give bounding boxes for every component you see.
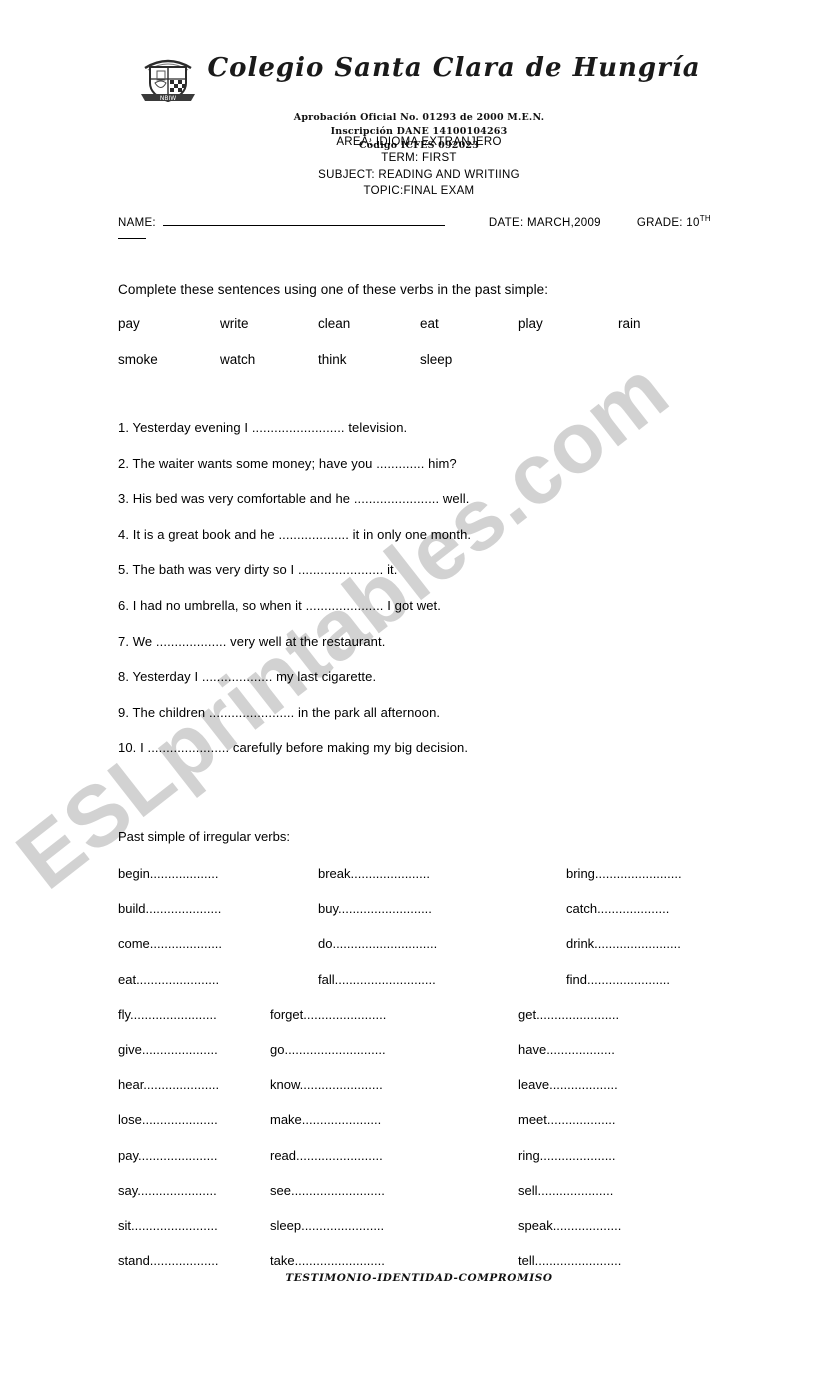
worksheet-page: ESLprintables.com NBIW Colegio Santa Cla… (0, 0, 838, 1389)
verb-bank-item: watch (220, 352, 256, 367)
verb-blank: catch.................... (566, 901, 670, 917)
verb-table-row: eat....................... fall.........… (118, 972, 818, 1007)
sentence-item: 2. The waiter wants some money; have you… (118, 455, 457, 471)
verb-table-row: sit........................ sleep.......… (118, 1218, 818, 1253)
verb-bank-item: clean (318, 316, 351, 331)
date-value: MARCH,2009 (526, 217, 601, 229)
verb-table-row: come.................... do.............… (118, 936, 818, 971)
sentence-item: 10. I ...................... carefully b… (118, 740, 469, 756)
sentence-item: 8. Yesterday I ................... my la… (118, 669, 377, 685)
verb-blank: hear..................... (118, 1077, 220, 1093)
verb-bank-row: pay write clean eat play rain (118, 316, 698, 352)
verb-bank-item: pay (118, 316, 140, 331)
verb-blank: go............................ (270, 1041, 386, 1057)
verb-blank: speak................... (518, 1217, 622, 1233)
verb-table-row: pay...................... read..........… (118, 1148, 818, 1183)
verb-table-row: hear..................... know..........… (118, 1077, 818, 1112)
exam-topic: TOPIC:FINAL EXAM (363, 184, 475, 197)
school-header-row: NBIW Colegio Santa Clara de Hungría (0, 46, 838, 110)
verb-table-row: fly........................ forget......… (118, 1007, 818, 1042)
verb-blank: say...................... (118, 1182, 217, 1198)
sentence-item: 6. I had no umbrella, so when it .......… (118, 597, 441, 613)
verb-blank: come.................... (118, 936, 223, 952)
name-label: NAME: (118, 217, 156, 229)
verb-bank-item: think (318, 352, 347, 367)
exam-subject: SUBJECT: READING AND WRITIING (318, 168, 520, 181)
verb-bank-row: smoke watch think sleep (118, 352, 698, 388)
school-crest-icon: NBIW (137, 52, 199, 110)
grade-value: 10 (686, 217, 700, 229)
document-content: NBIW Colegio Santa Clara de Hungría Apro… (0, 0, 838, 1389)
verb-blank: get....................... (518, 1006, 620, 1022)
verb-blank: lose..................... (118, 1112, 218, 1128)
student-info-row: NAME: DATE: MARCH,2009 GRADE: 10TH (118, 214, 758, 229)
verb-blank: sleep....................... (270, 1217, 385, 1233)
verb-blank: read........................ (270, 1147, 383, 1163)
verb-blank: do............................. (318, 936, 438, 952)
verb-bank-item: smoke (118, 352, 158, 367)
verb-blank: give..................... (118, 1041, 218, 1057)
verb-bank-item: rain (618, 316, 641, 331)
verb-blank: know....................... (270, 1077, 383, 1093)
grade-suffix: TH (699, 214, 711, 224)
verb-blank: fall............................ (318, 971, 436, 987)
name-input-rule-wrap[interactable] (118, 236, 146, 239)
student-info-line: NAME: DATE: MARCH,2009 GRADE: 10TH (118, 214, 758, 239)
grade-block: GRADE: 10TH (637, 214, 711, 229)
approval-line-1: Aprobación Oficial No. 01293 de 2000 M.E… (293, 112, 545, 123)
verb-blank: make...................... (270, 1112, 382, 1128)
verb-bank-item: play (518, 316, 543, 331)
exam-meta-block: AREA: IDIOMA EXTRANJERO TERM: FIRST SUBJ… (0, 134, 838, 199)
verb-blank: ring..................... (518, 1147, 616, 1163)
verb-blank: pay...................... (118, 1147, 218, 1163)
footer-motto: TESTIMONIO-IDENTIDAD-COMPROMISO (285, 1272, 553, 1284)
verb-blank: eat....................... (118, 971, 220, 987)
verb-bank-item: write (220, 316, 249, 331)
grade-label: GRADE: (636, 217, 683, 229)
name-input-rule[interactable] (162, 214, 445, 226)
verb-blank: fly........................ (118, 1006, 217, 1022)
sentence-item: 9. The children ....................... … (118, 704, 441, 720)
irregular-verb-table: begin................... break..........… (118, 866, 818, 1288)
verb-table-row: build..................... buy..........… (118, 901, 818, 936)
verb-table-row: give..................... go............… (118, 1042, 818, 1077)
verb-table-row: begin................... break..........… (118, 866, 818, 901)
verb-table-row: lose..................... make..........… (118, 1112, 818, 1147)
verb-blank: forget....................... (270, 1006, 387, 1022)
verb-blank: take......................... (270, 1253, 385, 1269)
sentence-item: 1. Yesterday evening I .................… (118, 420, 408, 435)
date-block: DATE: MARCH,2009 (489, 217, 601, 229)
verb-blank: have................... (518, 1041, 615, 1057)
verb-blank: tell........................ (518, 1253, 622, 1269)
date-label: DATE: (488, 217, 524, 229)
verb-blank: build..................... (118, 901, 222, 917)
sentence-item: 3. His bed was very comfortable and he .… (118, 491, 470, 507)
section2-title: Past simple of irregular verbs: (118, 829, 290, 844)
verb-table-row: say...................... see...........… (118, 1183, 818, 1218)
verb-blank: find....................... (566, 971, 671, 987)
section1-instruction: Complete these sentences using one of th… (118, 282, 549, 297)
verb-blank: stand................... (118, 1253, 219, 1269)
svg-text:NBIW: NBIW (160, 95, 176, 102)
verb-blank: see.......................... (270, 1182, 385, 1198)
verb-bank-item: sleep (420, 352, 453, 367)
verb-bank: pay write clean eat play rain smoke watc… (118, 316, 698, 388)
verb-blank: leave................... (518, 1077, 618, 1093)
verb-blank: begin................... (118, 866, 219, 881)
exam-term: TERM: FIRST (381, 152, 457, 165)
sentence-item: 5. The bath was very dirty so I ........… (118, 562, 398, 578)
fill-in-sentences: 1. Yesterday evening I .................… (118, 420, 778, 776)
verb-blank: bring........................ (566, 866, 682, 881)
verb-blank: break...................... (318, 866, 430, 881)
verb-blank: drink........................ (566, 936, 681, 952)
verb-blank: sit........................ (118, 1217, 218, 1233)
school-name: Colegio Santa Clara de Hungría (207, 53, 701, 83)
verb-blank: meet................... (518, 1112, 616, 1128)
verb-blank: buy.......................... (318, 901, 432, 917)
verb-bank-item: eat (420, 316, 439, 331)
sentence-item: 7. We ................... very well at t… (118, 633, 386, 649)
sentence-item: 4. It is a great book and he ...........… (118, 526, 472, 542)
verb-blank: sell..................... (518, 1182, 614, 1198)
exam-area: AREA: IDIOMA EXTRANJERO (336, 136, 502, 148)
